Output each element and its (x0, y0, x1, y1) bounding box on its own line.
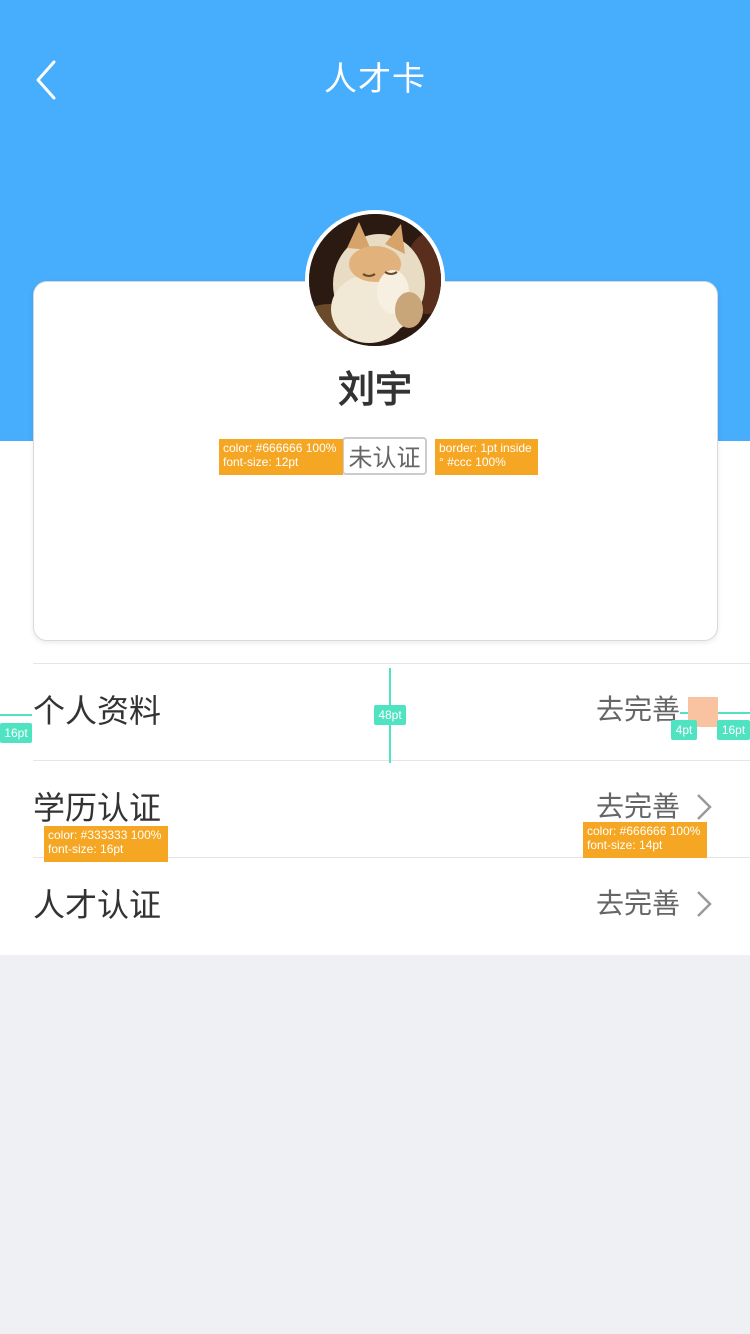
annotation-row-height: 48pt (374, 705, 406, 725)
status-badge: 未认证 (342, 437, 427, 475)
row-talent-verification[interactable]: 人才认证 去完善 (33, 857, 750, 954)
annotation-chevron-gap: 4pt (671, 720, 697, 740)
chevron-gap-measure-line (680, 712, 688, 714)
page-title: 人才卡 (324, 59, 426, 98)
row-label: 人才认证 (33, 886, 162, 924)
chevron-right-icon (697, 794, 712, 820)
right-margin-measure-line (718, 712, 750, 714)
cat-photo-avatar (309, 214, 441, 346)
annotation-badge-text-spec: color: #666666 100% font-size: 12pt (219, 439, 343, 475)
chevron-right-icon (697, 891, 712, 917)
row-action[interactable]: 去完善 (596, 688, 680, 732)
annotation-badge-border-spec: border: 1pt inside ° #ccc 100% (435, 439, 538, 475)
row-label: 个人资料 (33, 692, 162, 730)
left-margin-measure-line (0, 714, 32, 716)
user-name: 刘宇 (338, 368, 412, 411)
annotation-row-action-spec: color: #666666 100% font-size: 14pt (583, 822, 707, 858)
annotation-left-margin: 16pt (0, 723, 32, 743)
avatar[interactable] (305, 210, 445, 350)
annotation-right-margin: 16pt (717, 720, 750, 740)
row-action[interactable]: 去完善 (596, 882, 680, 926)
annotation-row-label-spec: color: #333333 100% font-size: 16pt (44, 826, 168, 862)
